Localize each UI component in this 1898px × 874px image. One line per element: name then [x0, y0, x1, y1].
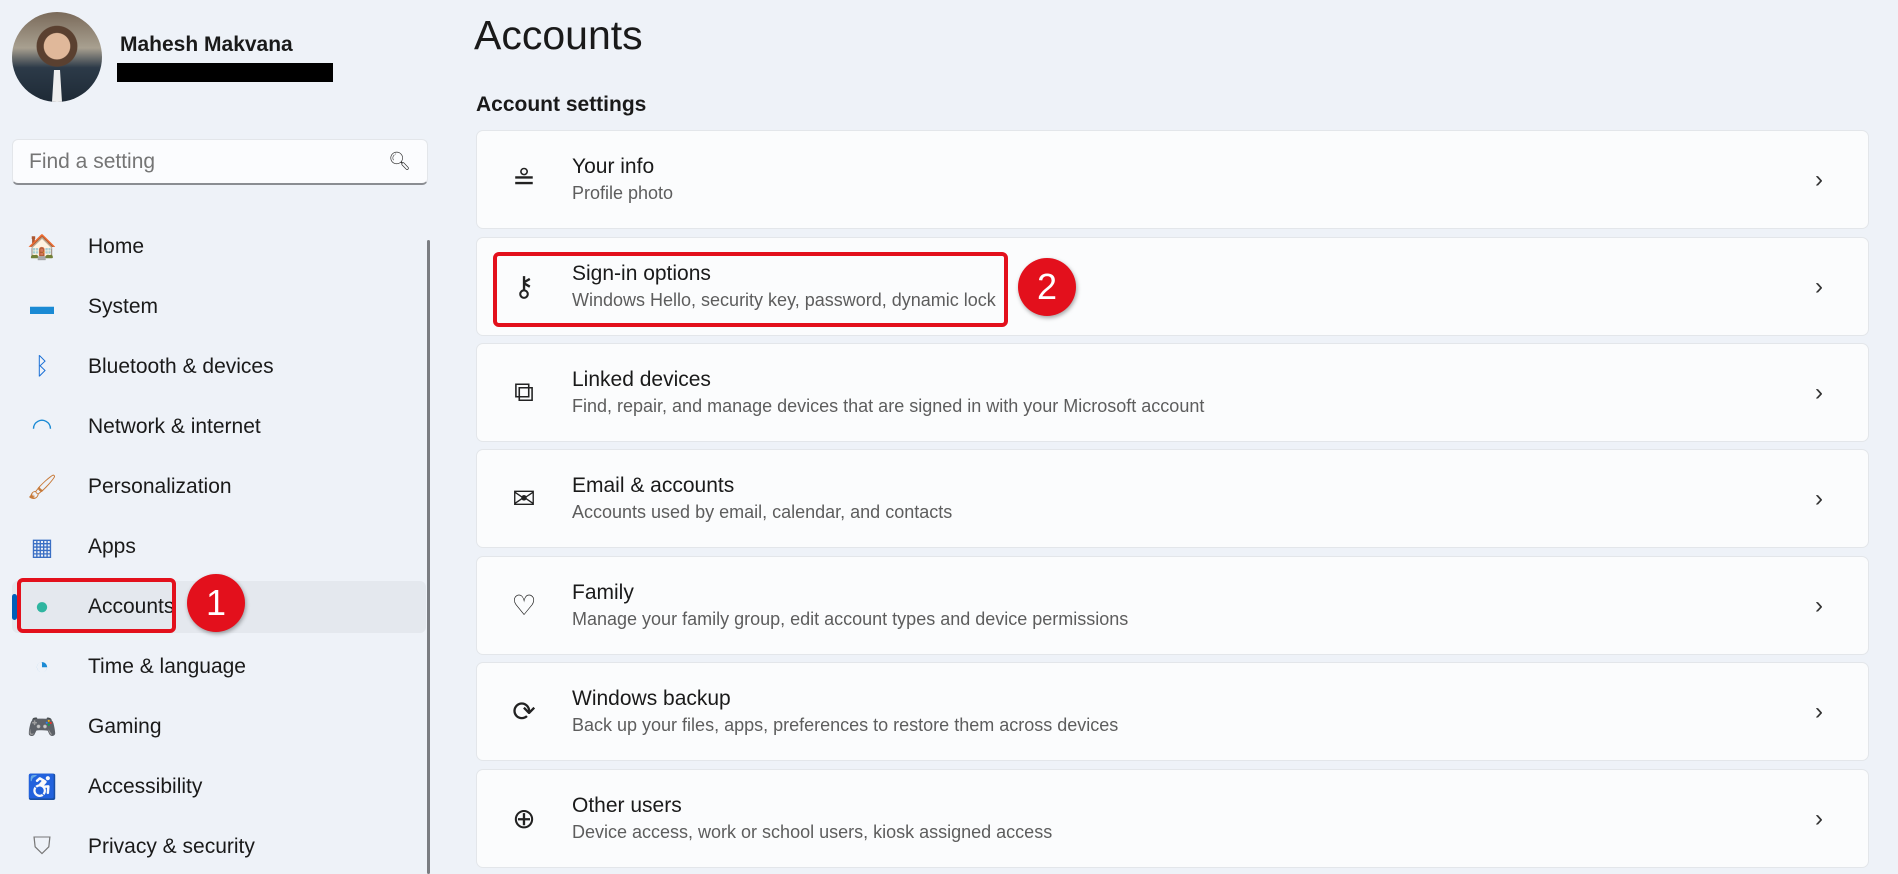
- annotation-badge-1: 1: [187, 574, 245, 632]
- sidebar-item-bluetooth-devices[interactable]: ᛒ Bluetooth & devices: [12, 341, 426, 393]
- settings-card-other-users[interactable]: ⊕ Other users Device access, work or schoo…: [476, 769, 1869, 868]
- devices-icon: ⧉: [514, 376, 534, 407]
- apps-icon: ▦: [30, 533, 54, 561]
- sidebar-item-label: Accessibility: [88, 775, 203, 798]
- settings-card-family[interactable]: ♡ Family Manage your family group, edit ac…: [476, 556, 1869, 655]
- mail-icon: ✉: [512, 483, 536, 514]
- settings-card-email-accounts[interactable]: ✉ Email & accounts Accounts used by email,…: [476, 449, 1869, 548]
- sidebar-item-personalization[interactable]: 🖌 Personalization: [12, 461, 426, 513]
- card-subtitle: Find, repair, and manage devices that ar…: [572, 396, 1205, 416]
- bluetooth-icon: ᛒ: [34, 353, 50, 380]
- brush-icon: 🖌: [26, 473, 58, 501]
- wifi-icon: ◠: [31, 413, 53, 441]
- card-subtitle: Manage your family group, edit account t…: [572, 609, 1129, 629]
- annotation-box-accounts: [17, 578, 176, 633]
- card-title: Windows backup: [572, 687, 731, 710]
- sidebar-item-label: Bluetooth & devices: [88, 355, 274, 378]
- backup-icon: ⟳: [512, 696, 536, 727]
- settings-card-your-info[interactable]: ≗ Your info Profile photo ›: [476, 130, 1869, 229]
- globe-clock-icon: ◔: [34, 653, 50, 680]
- card-title: Family: [572, 581, 634, 604]
- sidebar-item-label: Home: [88, 235, 145, 258]
- annotation-box-sign-in: [493, 252, 1008, 327]
- chevron-right-icon: ›: [1815, 697, 1823, 725]
- chevron-right-icon: ›: [1815, 165, 1823, 193]
- chevron-right-icon: ›: [1815, 484, 1823, 512]
- redacted-email: [117, 63, 333, 82]
- card-subtitle: Accounts used by email, calendar, and co…: [572, 502, 953, 522]
- shield-icon: ⛉: [33, 833, 51, 860]
- search-icon[interactable]: 🔍︎: [388, 151, 411, 172]
- add-user-icon: ⊕: [512, 803, 536, 834]
- avatar[interactable]: [12, 12, 102, 102]
- sidebar-item-apps[interactable]: ▦ Apps: [12, 521, 426, 573]
- family-heart-icon: ♡: [511, 590, 537, 621]
- sidebar-item-system[interactable]: ▬ System: [12, 281, 426, 333]
- accessibility-icon: ♿: [27, 773, 57, 801]
- card-subtitle: Device access, work or school users, kio…: [572, 822, 1053, 842]
- page-title: Accounts: [474, 12, 643, 58]
- search-box[interactable]: 🔍︎: [12, 139, 428, 185]
- monitor-icon: ▬: [30, 293, 54, 320]
- card-subtitle: Profile photo: [572, 183, 674, 203]
- sidebar-item-label: Personalization: [88, 475, 232, 498]
- card-subtitle: Back up your files, apps, preferences to…: [572, 715, 1119, 735]
- sidebar-item-accessibility[interactable]: ♿ Accessibility: [12, 761, 426, 813]
- card-title: Linked devices: [572, 368, 711, 391]
- person-list-icon: ≗: [512, 164, 536, 195]
- sidebar-item-label: Time & language: [88, 655, 246, 678]
- chevron-right-icon: ›: [1815, 591, 1823, 619]
- sidebar-item-label: Gaming: [88, 715, 162, 738]
- card-title: Other users: [572, 794, 682, 817]
- gamepad-icon: 🎮: [27, 713, 57, 741]
- sidebar-item-label: Privacy & security: [88, 835, 255, 858]
- annotation-badge-2: 2: [1018, 258, 1076, 316]
- chevron-right-icon: ›: [1815, 272, 1823, 300]
- settings-card-windows-backup[interactable]: ⟳ Windows backup Back up your files, apps,…: [476, 662, 1869, 761]
- settings-card-linked-devices[interactable]: ⧉ Linked devices Find, repair, and manage …: [476, 343, 1869, 442]
- search-input[interactable]: [29, 149, 389, 174]
- section-heading: Account settings: [476, 93, 647, 116]
- sidebar-scrollbar[interactable]: [427, 240, 430, 874]
- sidebar-item-label: System: [88, 295, 159, 318]
- chevron-right-icon: ›: [1815, 804, 1823, 832]
- user-name: Mahesh Makvana: [120, 33, 293, 56]
- chevron-right-icon: ›: [1815, 378, 1823, 406]
- sidebar-item-privacy-security[interactable]: ⛉ Privacy & security: [12, 821, 426, 873]
- sidebar-item-label: Network & internet: [88, 415, 261, 438]
- sidebar-item-gaming[interactable]: 🎮 Gaming: [12, 701, 426, 753]
- sidebar-item-network-internet[interactable]: ◠ Network & internet: [12, 401, 426, 453]
- home-icon: 🏠: [27, 233, 57, 261]
- sidebar-item-time-language[interactable]: ◔ Time & language: [12, 641, 426, 693]
- card-title: Email & accounts: [572, 474, 735, 497]
- sidebar-item-home[interactable]: 🏠 Home: [12, 221, 426, 273]
- sidebar-item-label: Apps: [88, 535, 136, 558]
- card-title: Your info: [572, 155, 655, 178]
